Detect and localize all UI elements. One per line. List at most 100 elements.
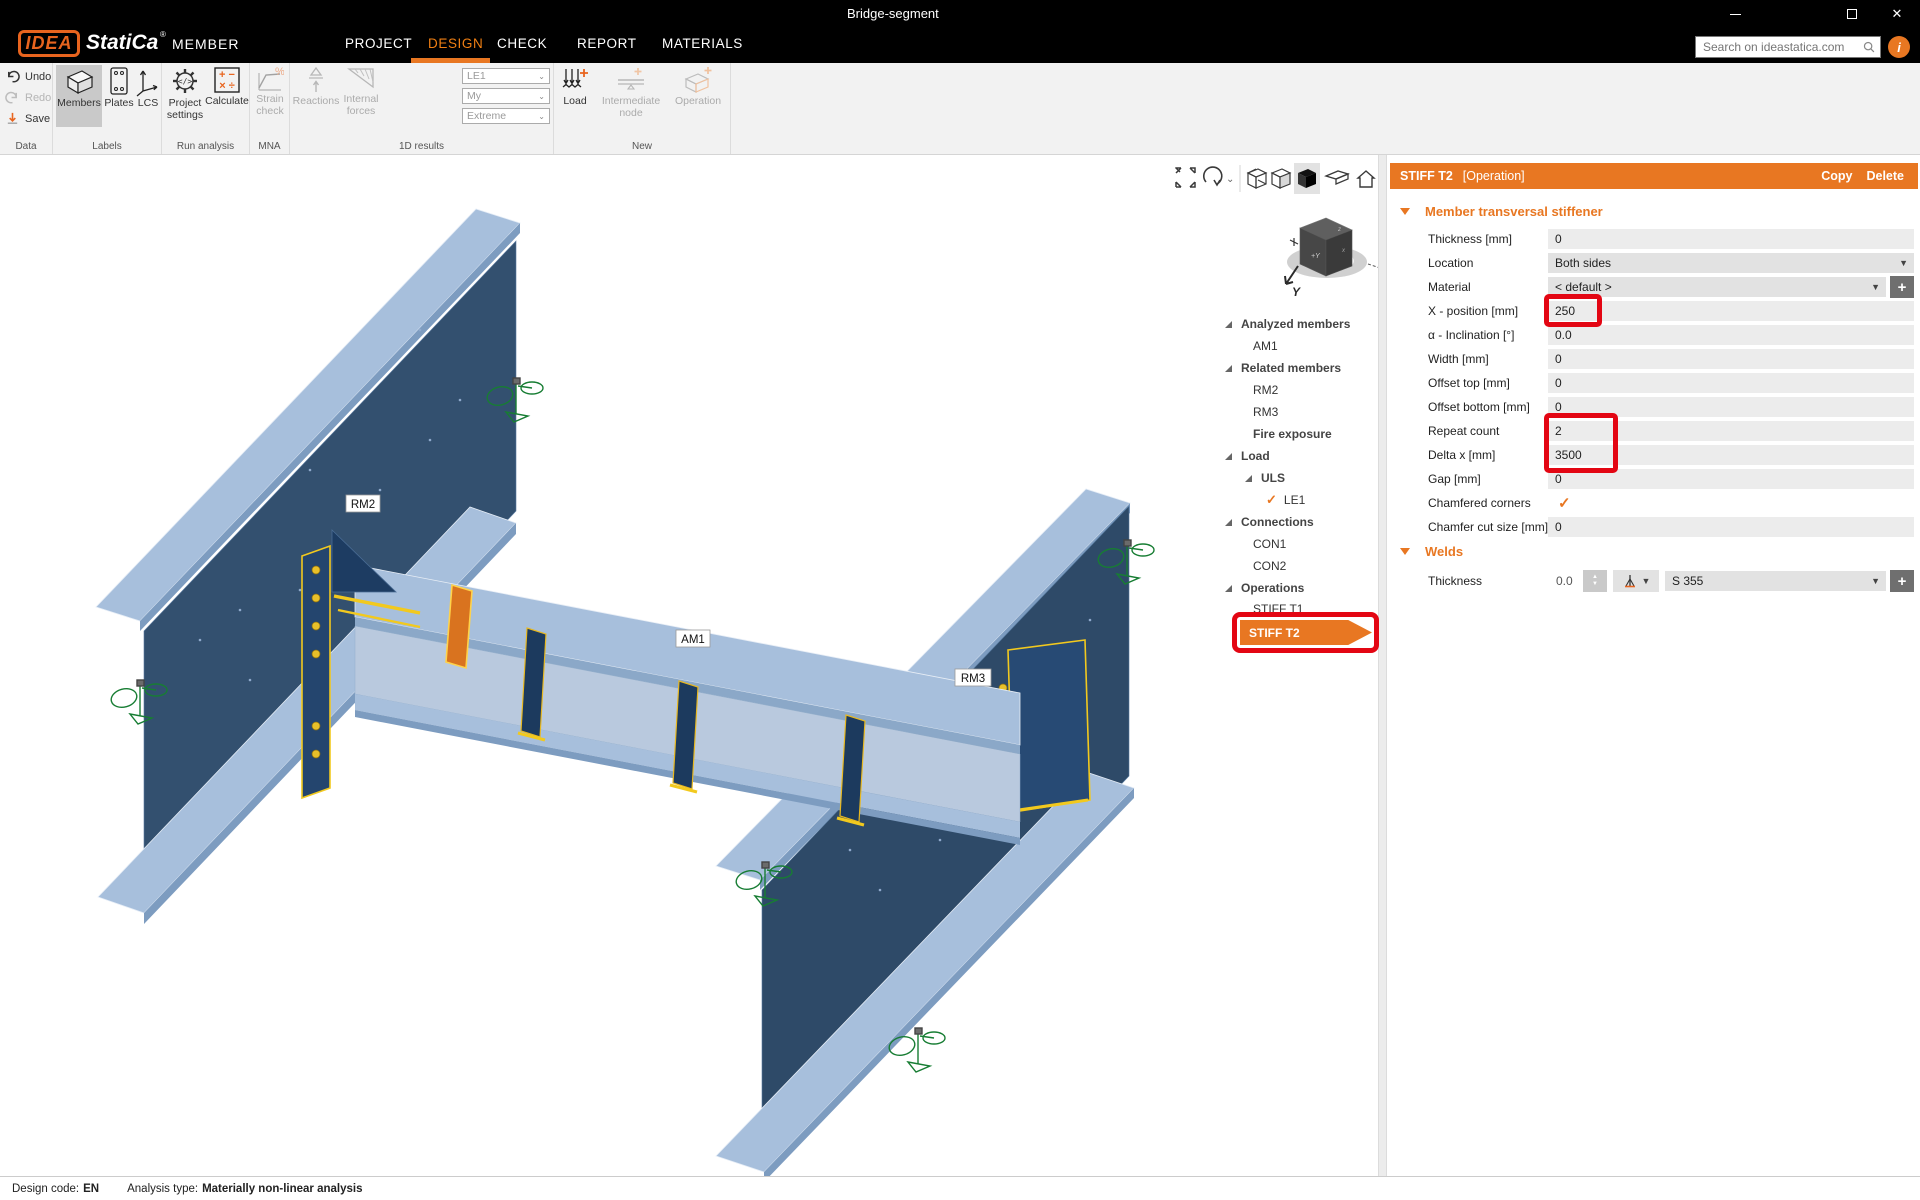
tree-item-operations[interactable]: Operations — [1225, 578, 1375, 598]
tree-item-rm3[interactable]: RM3 — [1225, 402, 1375, 422]
svg-text:+Y: +Y — [1311, 253, 1321, 260]
weld-thickness-value[interactable]: 0.0 — [1556, 574, 1573, 588]
search-input[interactable] — [1696, 40, 1862, 54]
operation-button[interactable]: Operation — [668, 65, 728, 127]
collapse-triangle-icon — [1400, 548, 1410, 555]
offset-bottom-field[interactable]: 0 — [1548, 397, 1914, 417]
width-field[interactable]: 0 — [1548, 349, 1914, 369]
row-width: Width [mm] 0 — [1428, 348, 1914, 372]
extreme-dropdown[interactable]: Extreme ⌄ — [462, 108, 550, 124]
ribbon-group-label-mna: MNA — [258, 141, 281, 152]
section-view-icon[interactable] — [1324, 170, 1350, 185]
svg-text:RM2: RM2 — [351, 499, 375, 511]
chevron-down-icon: ⌄ — [538, 111, 545, 121]
tab-project[interactable]: PROJECT — [345, 36, 412, 51]
tree-item-le1[interactable]: ✓ LE1 — [1225, 490, 1375, 510]
label-rm3[interactable]: RM3 — [954, 668, 992, 687]
tree-item-connections[interactable]: Connections — [1225, 512, 1375, 532]
window-title: Bridge-segment — [847, 6, 939, 21]
tree-item-uls[interactable]: ULS — [1225, 468, 1375, 488]
tab-design[interactable]: DESIGN — [428, 36, 483, 51]
close-button[interactable]: ✕ — [1877, 1, 1917, 27]
calculate-button[interactable]: + − × ÷ Calculate — [205, 65, 249, 127]
ribbon: Undo Redo Save Data Members Plates LCS L… — [0, 63, 1920, 155]
redo-button[interactable]: Redo — [5, 90, 51, 105]
thickness-field[interactable]: 0 — [1548, 229, 1914, 249]
viewport-panel-divider[interactable] — [1378, 155, 1387, 1176]
minimize-button[interactable] — [1715, 1, 1755, 27]
load-button[interactable]: Load — [556, 65, 594, 127]
tree-item-analyzed-members[interactable]: Analyzed members — [1225, 314, 1375, 334]
strain-check-button[interactable]: % Strain check — [252, 65, 288, 135]
wireframe-cube-icon[interactable] — [1246, 168, 1268, 189]
weld-type-dropdown[interactable]: ▼ — [1613, 570, 1659, 592]
tab-report[interactable]: REPORT — [577, 36, 637, 51]
x-position-field[interactable]: 250 — [1548, 301, 1914, 321]
section-member-transversal-stiffener[interactable]: Member transversal stiffener — [1400, 204, 1603, 219]
undo-button[interactable]: Undo — [5, 69, 51, 84]
girder-rm3[interactable] — [715, 488, 1135, 1176]
ribbon-group-label-new: New — [631, 141, 652, 152]
svg-text:z: z — [1337, 227, 1341, 233]
weld-thickness-spinner[interactable]: ▲ ▼ — [1583, 570, 1607, 592]
delete-button[interactable]: Delete — [1866, 169, 1904, 183]
chevron-down-icon: ▼ — [1871, 576, 1880, 586]
fit-view-icon[interactable] — [1175, 167, 1196, 188]
home-view-icon[interactable] — [1356, 170, 1376, 188]
orbit-icon[interactable] — [1203, 166, 1223, 187]
hidden-line-cube-icon[interactable] — [1270, 168, 1292, 189]
label-am1[interactable]: AM1 — [675, 629, 711, 648]
material-dropdown[interactable]: < default > ▼ — [1548, 277, 1886, 297]
tree-item-rm2[interactable]: RM2 — [1225, 380, 1375, 400]
ribbon-group-mna: % Strain check MNA — [250, 63, 290, 154]
offset-top-field[interactable]: 0 — [1548, 373, 1914, 393]
load-case-dropdown[interactable]: LE1 ⌄ — [462, 68, 550, 84]
status-bar: Design code: EN Analysis type: Materiall… — [0, 1176, 1920, 1200]
search-box[interactable] — [1695, 36, 1881, 58]
add-weld-button[interactable]: + — [1890, 570, 1914, 592]
tree-item-related-members[interactable]: Related members — [1225, 358, 1375, 378]
tab-materials[interactable]: MATERIALS — [662, 36, 743, 51]
tree-item-load[interactable]: Load — [1225, 446, 1375, 466]
tree-item-fire-exposure[interactable]: Fire exposure — [1225, 424, 1375, 444]
label-rm2[interactable]: RM2 — [345, 494, 381, 513]
delta-x-field[interactable]: 3500 — [1548, 445, 1914, 465]
gap-field[interactable]: 0 — [1548, 469, 1914, 489]
tree-item-stiff-t2-selected[interactable]: STIFF T2 — [1240, 620, 1372, 645]
tree-item-stiff-t1[interactable]: STIFF T1 — [1225, 599, 1375, 619]
calculate-icon: + − × ÷ — [214, 67, 240, 93]
tree-item-am1[interactable]: AM1 — [1225, 336, 1375, 356]
component-dropdown[interactable]: My ⌄ — [462, 88, 550, 104]
chamfered-corners-checkbox[interactable]: ✓ — [1558, 494, 1571, 512]
tree-item-con2[interactable]: CON2 — [1225, 556, 1375, 576]
tree-item-con1[interactable]: CON1 — [1225, 534, 1375, 554]
chamfer-cut-size-field[interactable]: 0 — [1548, 517, 1914, 537]
add-material-button[interactable]: + — [1890, 276, 1914, 298]
members-button[interactable]: Members — [56, 65, 102, 127]
intermediate-node-icon — [618, 68, 644, 90]
tab-check[interactable]: CHECK — [497, 36, 547, 51]
project-settings-button[interactable]: </> Project settings — [164, 65, 206, 135]
row-offset-top: Offset top [mm] 0 — [1428, 372, 1914, 396]
section-welds[interactable]: Welds — [1400, 544, 1463, 559]
internal-forces-button[interactable]: Internal forces — [338, 65, 384, 135]
intermediate-node-button[interactable]: Intermediate node — [594, 65, 668, 135]
repeat-count-field[interactable]: 2 — [1548, 421, 1914, 441]
navigation-cube[interactable]: +Y z x Y — [1278, 200, 1388, 305]
location-dropdown[interactable]: Both sides ▼ — [1548, 253, 1914, 273]
plates-button[interactable]: Plates — [103, 65, 135, 127]
copy-button[interactable]: Copy — [1821, 169, 1852, 183]
info-button[interactable]: i — [1888, 36, 1910, 58]
orbit-dropdown-chevron[interactable]: ⌄ — [1226, 174, 1234, 185]
save-button[interactable]: Save — [5, 111, 50, 126]
members-icon — [66, 70, 94, 95]
inclination-field[interactable]: 0.0 — [1548, 325, 1914, 345]
reactions-button[interactable]: Reactions — [293, 65, 339, 127]
app-bar — [0, 28, 1920, 63]
operation-tag: [Operation] — [1462, 169, 1525, 183]
row-material: Material < default > ▼ + — [1428, 276, 1914, 300]
maximize-button[interactable] — [1832, 1, 1872, 27]
row-location: Location Both sides ▼ — [1428, 252, 1914, 276]
weld-material-dropdown[interactable]: S 355 ▼ — [1665, 571, 1886, 591]
lcs-button[interactable]: LCS — [135, 65, 161, 127]
